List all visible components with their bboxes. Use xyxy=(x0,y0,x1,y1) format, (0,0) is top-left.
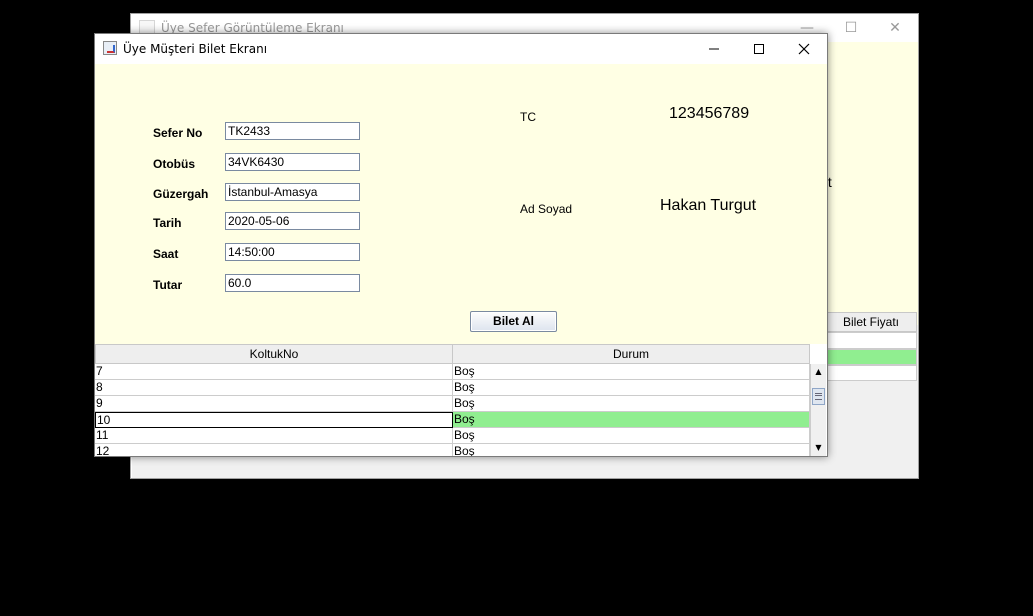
seat-cell[interactable]: 8 xyxy=(95,380,453,396)
guzergah-label: Güzergah xyxy=(153,187,209,201)
otobus-label: Otobüs xyxy=(153,157,195,171)
status-cell[interactable]: Boş xyxy=(453,396,810,412)
scroll-down-arrow-icon[interactable]: ▼ xyxy=(811,440,826,455)
vertical-scrollbar[interactable]: ▲ ▼ xyxy=(810,364,826,456)
saat-field[interactable]: 14:50:00 xyxy=(225,243,360,261)
seat-cell[interactable]: 11 xyxy=(95,428,453,444)
tarih-label: Tarih xyxy=(153,216,182,230)
seat-cell[interactable]: 12 xyxy=(95,444,453,456)
column-header-koltukno[interactable]: KoltukNo xyxy=(95,344,453,364)
minimize-icon xyxy=(709,48,719,50)
table-row-selected[interactable]: 10 Boş xyxy=(95,412,810,428)
bilet-al-button[interactable]: Bilet Al xyxy=(470,311,557,332)
minimize-button[interactable] xyxy=(691,34,737,64)
background-maximize-icon[interactable]: ☐ xyxy=(833,18,869,38)
close-icon xyxy=(798,43,810,55)
ticket-window[interactable]: Üye Müşteri Bilet Ekranı Sefer No TK2433… xyxy=(94,33,828,457)
table-row[interactable]: 8 Boş xyxy=(95,380,810,396)
ticket-form-panel: Sefer No TK2433 Otobüs 34VK6430 Güzergah… xyxy=(95,64,827,344)
ticket-window-titlebar[interactable]: Üye Müşteri Bilet Ekranı xyxy=(95,34,827,64)
saat-label: Saat xyxy=(153,247,179,261)
status-cell[interactable]: Boş xyxy=(453,428,810,444)
java-app-icon xyxy=(103,41,117,55)
maximize-icon xyxy=(754,44,764,54)
ticket-window-title: Üye Müşteri Bilet Ekranı xyxy=(123,42,268,56)
scrollbar-thumb[interactable] xyxy=(812,388,825,405)
status-cell[interactable]: Boş xyxy=(453,380,810,396)
otobus-field[interactable]: 34VK6430 xyxy=(225,153,360,171)
seat-cell-selected[interactable]: 10 xyxy=(95,412,453,428)
status-cell[interactable]: Boş xyxy=(453,364,810,380)
tc-value: 123456789 xyxy=(669,105,750,122)
background-table-row-selected[interactable] xyxy=(825,349,917,365)
table-row[interactable]: 12 Boş xyxy=(95,444,810,456)
background-close-icon[interactable]: ✕ xyxy=(877,18,913,38)
maximize-button[interactable] xyxy=(736,34,782,64)
table-row[interactable]: 9 Boş xyxy=(95,396,810,412)
tc-label: TC xyxy=(520,110,536,124)
guzergah-field[interactable]: İstanbul-Amasya xyxy=(225,183,360,201)
background-table-row[interactable] xyxy=(825,332,917,349)
ad-soyad-label: Ad Soyad xyxy=(520,202,573,216)
close-button[interactable] xyxy=(781,34,827,64)
background-table-row[interactable] xyxy=(825,365,917,381)
tarih-field[interactable]: 2020-05-06 xyxy=(225,212,360,230)
seat-cell[interactable]: 7 xyxy=(95,364,453,380)
tutar-field[interactable]: 60.0 xyxy=(225,274,360,292)
sefer-no-field[interactable]: TK2433 xyxy=(225,122,360,140)
seat-table[interactable]: KoltukNo Durum 7 Boş 8 Boş 9 Boş 10 Boş … xyxy=(95,344,827,456)
table-row[interactable]: 7 Boş xyxy=(95,364,810,380)
ad-soyad-value: Hakan Turgut xyxy=(660,197,757,214)
column-header-durum[interactable]: Durum xyxy=(452,344,810,364)
scroll-up-arrow-icon[interactable]: ▲ xyxy=(811,364,826,379)
tutar-label: Tutar xyxy=(153,278,183,292)
status-cell-selected[interactable]: Boş xyxy=(453,412,810,428)
sefer-no-label: Sefer No xyxy=(153,126,203,140)
background-table-header[interactable]: Bilet Fiyatı xyxy=(825,312,917,332)
status-cell[interactable]: Boş xyxy=(453,444,810,456)
seat-cell[interactable]: 9 xyxy=(95,396,453,412)
table-row[interactable]: 11 Boş xyxy=(95,428,810,444)
